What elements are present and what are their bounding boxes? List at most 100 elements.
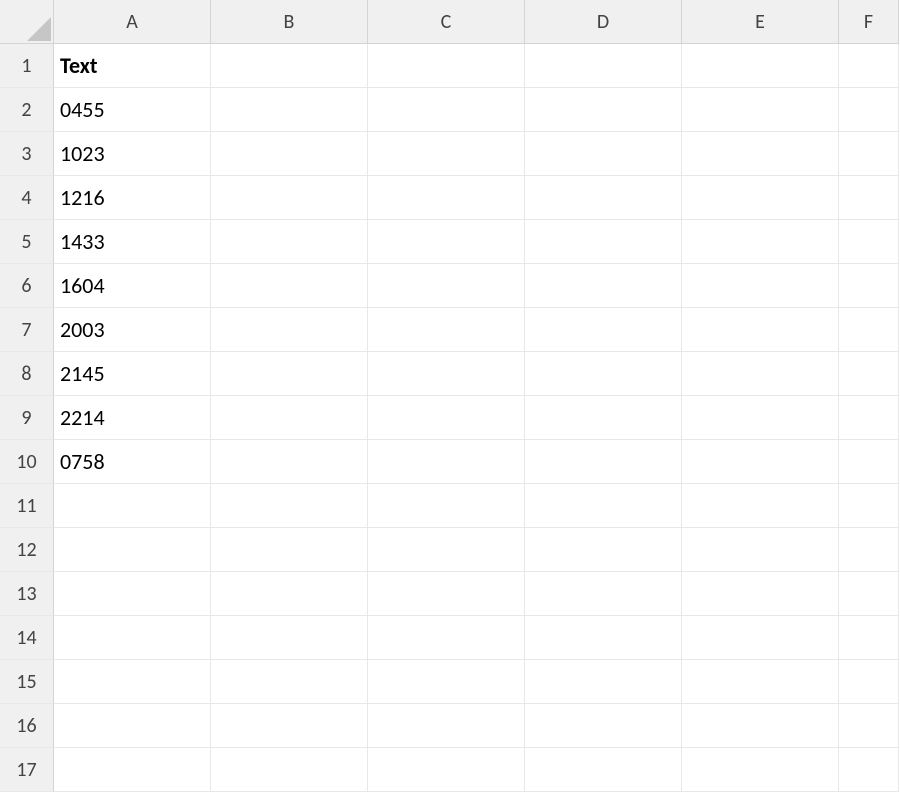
cell-E13[interactable] (682, 572, 839, 616)
cell-D7[interactable] (525, 308, 682, 352)
cell-B4[interactable] (211, 176, 368, 220)
row-header-16[interactable]: 16 (0, 704, 54, 748)
cell-F14[interactable] (839, 616, 899, 660)
cell-C5[interactable] (368, 220, 525, 264)
row-header-14[interactable]: 14 (0, 616, 54, 660)
col-header-C[interactable]: C (368, 0, 525, 44)
row-header-7[interactable]: 7 (0, 308, 54, 352)
row-header-5[interactable]: 5 (0, 220, 54, 264)
cell-D11[interactable] (525, 484, 682, 528)
cell-C17[interactable] (368, 748, 525, 792)
cell-F11[interactable] (839, 484, 899, 528)
cell-B10[interactable] (211, 440, 368, 484)
cell-C15[interactable] (368, 660, 525, 704)
cell-D16[interactable] (525, 704, 682, 748)
cell-B17[interactable] (211, 748, 368, 792)
row-header-17[interactable]: 17 (0, 748, 54, 792)
col-header-A[interactable]: A (54, 0, 211, 44)
cell-C14[interactable] (368, 616, 525, 660)
cell-F8[interactable] (839, 352, 899, 396)
col-header-E[interactable]: E (682, 0, 839, 44)
cell-F4[interactable] (839, 176, 899, 220)
cell-F7[interactable] (839, 308, 899, 352)
row-header-15[interactable]: 15 (0, 660, 54, 704)
row-header-3[interactable]: 3 (0, 132, 54, 176)
cell-E8[interactable] (682, 352, 839, 396)
cell-B5[interactable] (211, 220, 368, 264)
cell-B3[interactable] (211, 132, 368, 176)
cell-F6[interactable] (839, 264, 899, 308)
cell-A9[interactable]: 2214 (54, 396, 211, 440)
cell-E16[interactable] (682, 704, 839, 748)
cell-A10[interactable]: 0758 (54, 440, 211, 484)
cell-A14[interactable] (54, 616, 211, 660)
cell-D4[interactable] (525, 176, 682, 220)
cell-B14[interactable] (211, 616, 368, 660)
cell-A1[interactable]: Text (54, 44, 211, 88)
col-header-D[interactable]: D (525, 0, 682, 44)
row-header-1[interactable]: 1 (0, 44, 54, 88)
cell-E6[interactable] (682, 264, 839, 308)
row-header-8[interactable]: 8 (0, 352, 54, 396)
cell-B8[interactable] (211, 352, 368, 396)
cell-E17[interactable] (682, 748, 839, 792)
cell-A8[interactable]: 2145 (54, 352, 211, 396)
cell-E3[interactable] (682, 132, 839, 176)
cell-B7[interactable] (211, 308, 368, 352)
row-header-13[interactable]: 13 (0, 572, 54, 616)
cell-E4[interactable] (682, 176, 839, 220)
cell-F9[interactable] (839, 396, 899, 440)
cell-E7[interactable] (682, 308, 839, 352)
col-header-F[interactable]: F (839, 0, 899, 44)
cell-B15[interactable] (211, 660, 368, 704)
row-header-4[interactable]: 4 (0, 176, 54, 220)
cell-D10[interactable] (525, 440, 682, 484)
cell-F1[interactable] (839, 44, 899, 88)
cell-F13[interactable] (839, 572, 899, 616)
cell-E10[interactable] (682, 440, 839, 484)
cell-D8[interactable] (525, 352, 682, 396)
cell-C9[interactable] (368, 396, 525, 440)
cell-C8[interactable] (368, 352, 525, 396)
cell-C2[interactable] (368, 88, 525, 132)
cell-F12[interactable] (839, 528, 899, 572)
cell-D1[interactable] (525, 44, 682, 88)
cell-F5[interactable] (839, 220, 899, 264)
cell-C13[interactable] (368, 572, 525, 616)
cell-B12[interactable] (211, 528, 368, 572)
row-header-2[interactable]: 2 (0, 88, 54, 132)
row-header-12[interactable]: 12 (0, 528, 54, 572)
cell-D15[interactable] (525, 660, 682, 704)
cell-D9[interactable] (525, 396, 682, 440)
cell-E1[interactable] (682, 44, 839, 88)
col-header-B[interactable]: B (211, 0, 368, 44)
cell-E12[interactable] (682, 528, 839, 572)
cell-B6[interactable] (211, 264, 368, 308)
cell-C3[interactable] (368, 132, 525, 176)
cell-E9[interactable] (682, 396, 839, 440)
cell-A13[interactable] (54, 572, 211, 616)
cell-F15[interactable] (839, 660, 899, 704)
cell-A7[interactable]: 2003 (54, 308, 211, 352)
cell-B11[interactable] (211, 484, 368, 528)
cell-D12[interactable] (525, 528, 682, 572)
cell-E14[interactable] (682, 616, 839, 660)
cell-C7[interactable] (368, 308, 525, 352)
row-header-10[interactable]: 10 (0, 440, 54, 484)
cell-E11[interactable] (682, 484, 839, 528)
cell-D2[interactable] (525, 88, 682, 132)
cell-F16[interactable] (839, 704, 899, 748)
row-header-11[interactable]: 11 (0, 484, 54, 528)
cell-C16[interactable] (368, 704, 525, 748)
cell-F3[interactable] (839, 132, 899, 176)
row-header-9[interactable]: 9 (0, 396, 54, 440)
cell-D14[interactable] (525, 616, 682, 660)
cell-A2[interactable]: 0455 (54, 88, 211, 132)
cell-A4[interactable]: 1216 (54, 176, 211, 220)
cell-A5[interactable]: 1433 (54, 220, 211, 264)
cell-C10[interactable] (368, 440, 525, 484)
cell-D17[interactable] (525, 748, 682, 792)
cell-A15[interactable] (54, 660, 211, 704)
cell-A12[interactable] (54, 528, 211, 572)
cell-C6[interactable] (368, 264, 525, 308)
